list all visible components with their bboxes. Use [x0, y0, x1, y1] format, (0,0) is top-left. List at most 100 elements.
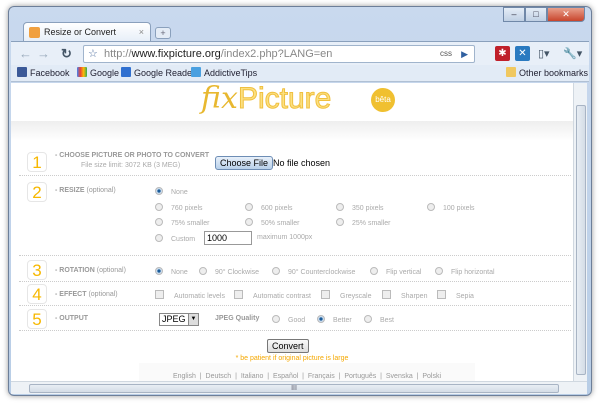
address-bar[interactable]: ☆ http://www.fixpicture.org/index2.php?L…	[83, 45, 475, 63]
language-link[interactable]: Polski	[422, 373, 441, 380]
new-tab-button[interactable]: +	[155, 27, 171, 39]
page-content: fixPicture bêta 1 - CHOOSE PICTURE OR PH…	[11, 83, 573, 381]
facebook-icon	[17, 67, 27, 77]
separator: |	[376, 373, 386, 380]
tab-close-icon[interactable]: ×	[139, 23, 144, 42]
resize-760[interactable]: 760 pixels	[155, 203, 203, 212]
rotation-90-cw[interactable]: 90° Clockwise	[199, 267, 259, 276]
reload-icon[interactable]: ↻	[61, 46, 72, 62]
step-label: - OUTPUT	[55, 315, 89, 322]
rotation-none[interactable]: None	[155, 267, 188, 276]
language-link[interactable]: Svenska	[386, 373, 413, 380]
forward-icon[interactable]: →	[37, 46, 50, 62]
effect-greyscale[interactable]: Greyscale	[321, 290, 372, 300]
separator: |	[231, 373, 241, 380]
step-output: 5 - OUTPUT JPEG ▼ JPEG Quality Good Bette…	[19, 307, 571, 331]
horizontal-scrollbar[interactable]: III	[11, 381, 587, 394]
effect-sharpen[interactable]: Sharpen	[382, 290, 427, 300]
other-bookmarks[interactable]: Other bookmarks	[506, 65, 588, 82]
maximize-button[interactable]: □	[525, 7, 547, 22]
resize-none[interactable]: None	[155, 187, 188, 196]
resize-50[interactable]: 50% smaller	[245, 218, 300, 227]
step-label: - CHOOSE PICTURE OR PHOTO TO CONVERT	[55, 152, 210, 159]
language-link[interactable]: Italiano	[241, 373, 264, 380]
rotation-flip-vertical[interactable]: Flip vertical	[370, 267, 421, 276]
fixpicture-logo: fixPicture	[201, 83, 332, 116]
extension-red-icon[interactable]: ✱	[495, 46, 510, 61]
resize-350[interactable]: 350 pixels	[336, 203, 384, 212]
favicon-icon	[29, 27, 40, 38]
quality-better[interactable]: Better	[317, 315, 352, 324]
close-window-button[interactable]: ✕	[547, 7, 585, 22]
step-number: 1	[27, 152, 47, 172]
choose-file-button[interactable]: Choose File	[215, 156, 274, 170]
resize-25[interactable]: 25% smaller	[336, 218, 391, 227]
page-menu-icon[interactable]: ▯▾	[538, 46, 550, 62]
step-number: 4	[27, 284, 47, 304]
quality-best[interactable]: Best	[364, 315, 394, 324]
css-badge[interactable]: css	[440, 46, 452, 62]
file-status: No file chosen	[273, 158, 331, 168]
minimize-button[interactable]: –	[503, 7, 525, 22]
bookmark-addictivetips[interactable]: AddictiveTips	[191, 65, 257, 82]
convert-button[interactable]: Convert	[267, 339, 309, 353]
effect-sepia[interactable]: Sepia	[437, 290, 474, 300]
wrench-menu-icon[interactable]: 🔧▾	[563, 46, 582, 62]
separator: |	[334, 373, 345, 380]
resize-600[interactable]: 600 pixels	[245, 203, 293, 212]
language-links: English | Deutsch | Italiano | Español |…	[139, 363, 475, 381]
header-band	[11, 121, 573, 141]
extension-blue-icon[interactable]: ✕	[515, 46, 530, 61]
step-label: - RESIZE (optional)	[55, 187, 116, 194]
resize-100[interactable]: 100 pixels	[427, 203, 475, 212]
jpeg-quality-label: JPEG Quality	[215, 315, 260, 322]
bookmark-facebook[interactable]: Facebook	[17, 65, 70, 82]
patience-note: * be patient if original picture is larg…	[235, 355, 349, 362]
google-reader-icon	[121, 67, 131, 77]
rotation-90-ccw[interactable]: 90° Counterclockwise	[272, 267, 355, 276]
toolbar: ← → ↻ ☆ http://www.fixpicture.org/index2…	[11, 41, 589, 65]
rotation-flip-horizontal[interactable]: Flip horizontal	[435, 267, 495, 276]
folder-icon	[506, 67, 516, 77]
url-domain: www.fixpicture.org	[131, 48, 221, 60]
resize-custom[interactable]: Custom	[155, 234, 195, 243]
addictivetips-icon	[191, 67, 201, 77]
go-icon[interactable]: ▶	[461, 46, 468, 62]
tab-active[interactable]: Resize or Convert Images...×	[23, 22, 151, 56]
separator: |	[263, 373, 273, 380]
vertical-scrollbar[interactable]	[573, 83, 587, 381]
window-controls: – □ ✕	[503, 7, 585, 22]
separator: |	[412, 373, 423, 380]
custom-size-input[interactable]: 1000	[204, 231, 252, 245]
separator: |	[195, 373, 206, 380]
language-link[interactable]: Español	[273, 373, 298, 380]
resize-75[interactable]: 75% smaller	[155, 218, 210, 227]
step-number: 3	[27, 260, 47, 280]
custom-size-hint: maximum 1000px	[257, 234, 313, 241]
language-link[interactable]: Français	[308, 373, 335, 380]
step-number: 5	[27, 309, 47, 329]
effect-auto-contrast[interactable]: Automatic contrast	[234, 290, 311, 300]
step-choose-file: 1 - CHOOSE PICTURE OR PHOTO TO CONVERT F…	[19, 149, 571, 176]
step-number: 2	[27, 182, 47, 202]
effect-auto-levels[interactable]: Automatic levels	[155, 290, 225, 300]
quality-good[interactable]: Good	[272, 315, 305, 324]
url-path: /index2.php?LANG=en	[220, 48, 333, 60]
language-link[interactable]: Deutsch	[206, 373, 232, 380]
scroll-thumb[interactable]: III	[29, 384, 559, 393]
step-label: - ROTATION (optional)	[55, 267, 126, 274]
bookmark-google-reader[interactable]: Google Reader	[121, 65, 195, 82]
back-icon[interactable]: ←	[19, 46, 32, 62]
scroll-thumb[interactable]	[576, 105, 586, 375]
google-icon	[77, 67, 87, 77]
beta-badge: bêta	[371, 88, 395, 112]
bookmark-google[interactable]: Google	[77, 65, 119, 82]
format-select[interactable]: JPEG ▼	[159, 313, 199, 326]
url-prefix: http://	[104, 48, 132, 60]
browser-window: – □ ✕ Resize or Convert Images...× + ← →…	[8, 6, 592, 396]
star-icon[interactable]: ☆	[88, 46, 98, 62]
language-link[interactable]: Português	[344, 373, 376, 380]
language-link[interactable]: English	[173, 373, 196, 380]
chevron-down-icon: ▼	[188, 314, 198, 325]
separator: |	[298, 373, 308, 380]
